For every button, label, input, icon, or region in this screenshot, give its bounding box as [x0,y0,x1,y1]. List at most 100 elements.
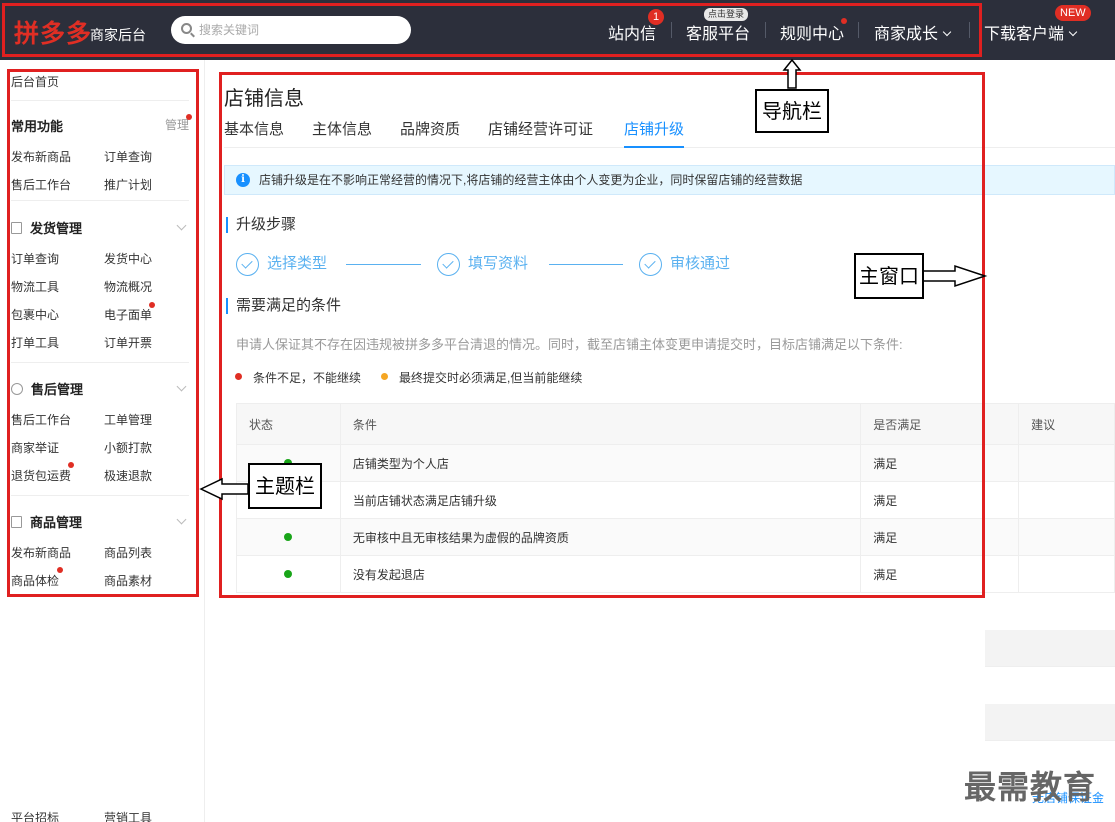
sidebar-item-fast-refund[interactable]: 极速退款 [104,467,152,484]
sidebar-item-print-tool[interactable]: 打单工具 [11,334,59,351]
table-row: 店铺类型为个人店 满足 [236,444,1115,482]
new-badge: NEW [1055,5,1091,21]
nav-merchant-growth[interactable]: 商家成长 [874,20,952,44]
tab-basic-info[interactable]: 基本信息 [224,118,284,148]
manage-notice-dot [186,114,192,120]
sidebar-group-shipping-label: 发货管理 [30,221,83,236]
sidebar-divider [11,362,189,363]
sidebar-item-logistics-tools[interactable]: 物流工具 [11,278,59,295]
column-header-met: 是否满足 [860,403,1020,445]
tab-brand-qualification[interactable]: 品牌资质 [400,118,460,148]
e-waybill-notice-dot [149,302,155,308]
legend-blocking: 条件不足，不能继续 [253,371,362,385]
condition-cell: 没有发起退店 [339,555,862,593]
sidebar-item-merchant-evidence[interactable]: 商家举证 [11,439,59,456]
sidebar-item-home[interactable]: 后台首页 [11,73,59,90]
sidebar-item-order-query-2[interactable]: 订单查询 [11,250,59,267]
column-header-condition: 条件 [339,403,862,445]
condition-cell: 无审核中且无审核结果为虚假的品牌资质 [339,518,862,556]
check-circle-icon [639,252,662,276]
search-input[interactable] [199,21,399,39]
sidebar-item-aftersale-desk-2[interactable]: 售后工作台 [11,411,71,428]
chevron-down-icon[interactable] [176,381,187,392]
annotation-label-nav: 导航栏 [755,89,829,133]
met-cell: 满足 [860,481,1020,519]
sidebar-item-promotion-plan[interactable]: 推广计划 [104,176,152,193]
return-shipping-notice-dot [68,462,74,468]
sidebar-item-platform-bidding[interactable]: 平台招标 [11,809,59,822]
sidebar-item-goods-list[interactable]: 商品列表 [104,544,152,561]
nav-rules-center[interactable]: 规则中心 [780,20,844,44]
sidebar-item-aftersale-desk[interactable]: 售后工作台 [11,176,71,193]
sidebar-item-marketing-tools[interactable]: 营销工具 [104,809,152,822]
met-cell: 满足 [860,555,1020,593]
shield-icon [11,383,23,395]
sidebar-divider [11,100,189,101]
suggestion-cell [1018,518,1115,556]
search-box [171,16,411,44]
nav-inbox[interactable]: 站内信 [608,20,656,44]
sidebar-item-goods-check[interactable]: 商品体检 [11,572,59,589]
rules-notice-dot [841,18,847,24]
step-review-passed: 审核通过 [639,252,730,276]
notice-text: 店铺升级是在不影响正常经营的情况下,将店铺的经营主体由个人变更为企业，同时保留店… [259,173,803,187]
status-cell [236,518,341,556]
step-connector [346,264,421,265]
chevron-down-icon [1068,27,1078,37]
nav-download-client[interactable]: 下载客户端 [984,20,1078,44]
section-title-steps: 升级步骤 [226,217,296,233]
table-row [985,704,1115,741]
suggestion-cell [1018,444,1115,482]
nav-divider [671,22,672,38]
sidebar-item-order-query[interactable]: 订单查询 [104,148,152,165]
sidebar: 后台首页 常用功能 管理 发布新商品 订单查询 售后工作台 推广计划 发货管理 … [0,60,205,822]
step-select-type: 选择类型 [236,252,327,276]
nav-merchant-growth-label: 商家成长 [874,26,939,43]
step-fill-info: 填写资料 [437,252,528,276]
table-row: 当前店铺状态满足店铺升级 满足 [236,481,1115,519]
sidebar-group-shipping[interactable]: 发货管理 [11,218,82,237]
sidebar-item-ticket-manage[interactable]: 工单管理 [104,411,152,428]
tab-entity-info[interactable]: 主体信息 [312,118,372,148]
sidebar-item-package-center[interactable]: 包裹中心 [11,306,59,323]
legend-dot-orange [381,373,388,380]
step-label: 审核通过 [670,255,731,272]
sidebar-item-logistics-overview[interactable]: 物流概况 [104,278,152,295]
sidebar-item-publish-goods-2[interactable]: 发布新商品 [11,544,71,561]
brand-logo[interactable]: 拼多多 [14,14,92,50]
step-label: 选择类型 [267,255,328,272]
sidebar-item-return-shipping[interactable]: 退货包运费 [11,467,71,484]
sidebar-item-shipping-center[interactable]: 发货中心 [104,250,152,267]
check-circle-icon [236,252,259,276]
nav-divider [969,22,970,38]
legend-required-later: 最终提交时必须满足,但当前能继续 [399,371,583,385]
sidebar-item-small-payment[interactable]: 小额打款 [104,439,152,456]
column-header-suggestion: 建议 [1018,403,1115,445]
sidebar-group-goods-label: 商品管理 [30,515,83,530]
column-header-status: 状态 [236,403,341,445]
sidebar-item-goods-material[interactable]: 商品素材 [104,572,152,589]
page-title: 店铺信息 [224,88,304,110]
tab-business-license[interactable]: 店铺经营许可证 [488,118,593,148]
chevron-down-icon[interactable] [176,220,187,231]
nav-service-platform[interactable]: 客服平台 [686,20,750,44]
nav-divider [765,22,766,38]
login-tag[interactable]: 点击登录 [704,8,749,21]
main-content: 店铺信息 基本信息 主体信息 品牌资质 店铺经营许可证 店铺升级 i 店铺升级是… [205,60,1115,822]
annotation-label-main: 主窗口 [854,253,924,299]
conditions-table: 状态 条件 是否满足 建议 店铺类型为个人店 满足 当前店铺状态满足店铺升级 满… [236,403,1115,593]
sidebar-manage-link[interactable]: 管理 [165,116,189,133]
check-circle-icon [437,252,460,276]
sidebar-item-publish-goods[interactable]: 发布新商品 [11,148,71,165]
suggestion-cell [1018,481,1115,519]
status-ok-dot [284,533,292,541]
goods-check-notice-dot [57,567,63,573]
tab-store-upgrade[interactable]: 店铺升级 [624,118,685,148]
sidebar-item-e-waybill[interactable]: 电子面单 [104,306,152,323]
sidebar-group-goods[interactable]: 商品管理 [11,512,82,531]
chevron-down-icon[interactable] [176,514,187,525]
sidebar-group-common: 常用功能 [11,119,64,134]
sidebar-group-aftersale[interactable]: 售后管理 [11,379,83,398]
sidebar-item-order-invoice[interactable]: 订单开票 [104,334,152,351]
chevron-down-icon [942,27,952,37]
